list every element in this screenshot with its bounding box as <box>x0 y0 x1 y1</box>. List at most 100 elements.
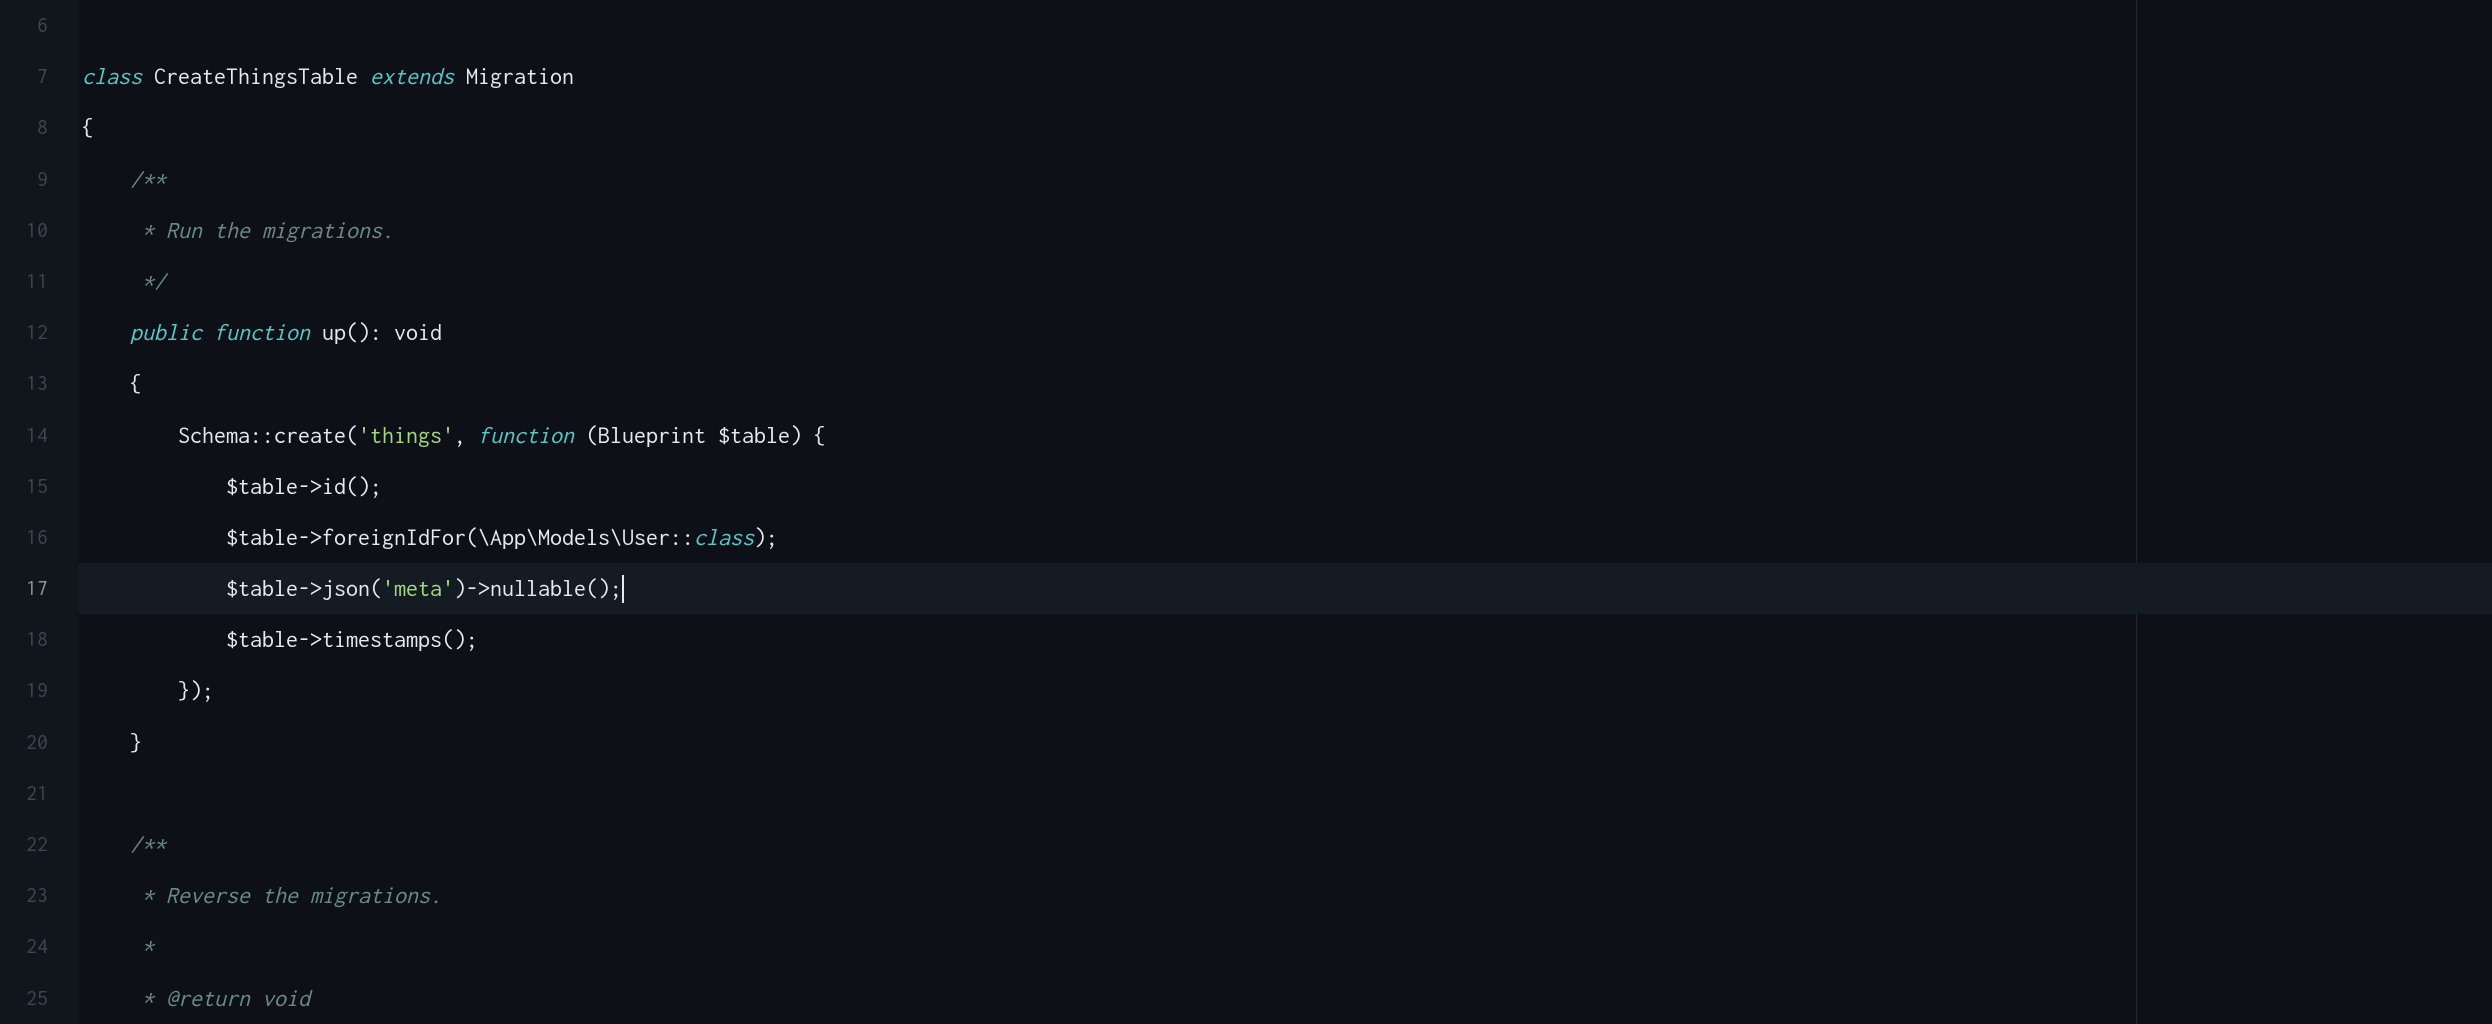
code-token: ) { <box>790 422 826 448</box>
code-token: /** <box>130 166 166 192</box>
code-token: nullable <box>490 575 586 601</box>
code-token: * <box>130 985 166 1011</box>
code-token: foreignIdFor <box>322 524 466 550</box>
code-area[interactable]: class CreateThingsTable extends Migratio… <box>78 0 2492 1024</box>
code-token: 'meta' <box>382 575 454 601</box>
code-token: ( <box>346 422 358 448</box>
code-token: /** <box>130 831 166 857</box>
code-line[interactable]: /** <box>78 154 2492 205</box>
code-token: ( <box>370 575 382 601</box>
line-number: 23 <box>0 870 78 921</box>
code-line[interactable]: $table->timestamps(); <box>78 614 2492 665</box>
code-token: function <box>478 422 574 448</box>
code-token: (); <box>442 626 478 652</box>
code-token: Migration <box>466 63 574 89</box>
code-token: $table <box>226 575 298 601</box>
code-line[interactable]: { <box>78 102 2492 153</box>
line-number: 18 <box>0 614 78 665</box>
code-line[interactable]: $table->id(); <box>78 461 2492 512</box>
code-token: * <box>130 933 154 959</box>
line-number: 21 <box>0 768 78 819</box>
code-token: ( <box>574 422 598 448</box>
code-token <box>82 831 130 857</box>
code-token <box>82 166 130 192</box>
code-token <box>82 217 130 243</box>
code-line[interactable]: }); <box>78 665 2492 716</box>
code-token: } <box>82 729 142 755</box>
code-line[interactable]: class CreateThingsTable extends Migratio… <box>78 51 2492 102</box>
line-number: 17 <box>0 563 78 614</box>
code-line[interactable]: * @return void <box>78 973 2492 1024</box>
code-token <box>202 319 214 345</box>
line-number: 20 <box>0 717 78 768</box>
code-token: -> <box>298 575 322 601</box>
code-token <box>82 933 130 959</box>
code-token: , <box>454 422 478 448</box>
line-number: 24 <box>0 921 78 972</box>
code-line[interactable]: { <box>78 358 2492 409</box>
line-number: 10 <box>0 205 78 256</box>
code-token <box>142 63 154 89</box>
code-token: class <box>82 63 142 89</box>
line-number: 7 <box>0 51 78 102</box>
code-token <box>358 63 370 89</box>
code-token: -> <box>298 626 322 652</box>
code-token: :: <box>250 422 274 448</box>
code-token: (); <box>586 575 622 601</box>
code-line[interactable]: Schema::create('things', function (Bluep… <box>78 410 2492 461</box>
line-number: 8 <box>0 102 78 153</box>
code-line[interactable]: $table->json('meta')->nullable(); <box>78 563 2492 614</box>
code-token: id <box>322 473 346 499</box>
line-number: 22 <box>0 819 78 870</box>
line-number: 14 <box>0 410 78 461</box>
code-token <box>310 319 322 345</box>
code-token: extends <box>370 63 454 89</box>
code-token <box>82 985 130 1011</box>
code-line[interactable] <box>78 768 2492 819</box>
code-token: create <box>274 422 346 448</box>
code-line[interactable]: */ <box>78 256 2492 307</box>
code-line[interactable]: /** <box>78 819 2492 870</box>
code-line[interactable]: * Reverse the migrations. <box>78 870 2492 921</box>
code-token <box>82 268 130 294</box>
line-number: 13 <box>0 358 78 409</box>
code-token: Schema <box>178 422 250 448</box>
code-token <box>706 422 718 448</box>
code-token <box>82 575 226 601</box>
code-token: class <box>694 524 754 550</box>
code-token: (): <box>346 319 394 345</box>
line-number: 9 <box>0 154 78 205</box>
code-token: { <box>82 370 142 396</box>
code-token: { <box>82 114 94 140</box>
code-token <box>82 422 178 448</box>
code-token: $table <box>718 422 790 448</box>
line-number: 11 <box>0 256 78 307</box>
code-token: timestamps <box>322 626 442 652</box>
code-line[interactable]: * Run the migrations. <box>78 205 2492 256</box>
code-token: * Run the migrations. <box>130 217 394 243</box>
code-line[interactable]: } <box>78 717 2492 768</box>
code-token: -> <box>298 524 322 550</box>
line-number: 15 <box>0 461 78 512</box>
code-token: @return <box>166 985 250 1011</box>
code-token <box>454 63 466 89</box>
code-line[interactable]: $table->foreignIdFor(\App\Models\User::c… <box>78 512 2492 563</box>
line-number: 25 <box>0 973 78 1024</box>
code-token: }); <box>82 677 214 703</box>
code-editor[interactable]: 678910111213141516171819202122232425 cla… <box>0 0 2492 1024</box>
line-number: 16 <box>0 512 78 563</box>
code-token: * Reverse the migrations. <box>130 882 442 908</box>
code-line[interactable] <box>78 0 2492 51</box>
code-token: ); <box>754 524 778 550</box>
code-token <box>82 626 226 652</box>
code-token: $table <box>226 473 298 499</box>
text-cursor <box>622 575 624 603</box>
code-token: $table <box>226 524 298 550</box>
code-line[interactable]: * <box>78 921 2492 972</box>
code-token <box>82 319 130 345</box>
code-token: */ <box>130 268 166 294</box>
code-line[interactable]: public function up(): void <box>78 307 2492 358</box>
code-token: void <box>394 319 442 345</box>
code-token: 'things' <box>358 422 454 448</box>
line-number-gutter: 678910111213141516171819202122232425 <box>0 0 78 1024</box>
